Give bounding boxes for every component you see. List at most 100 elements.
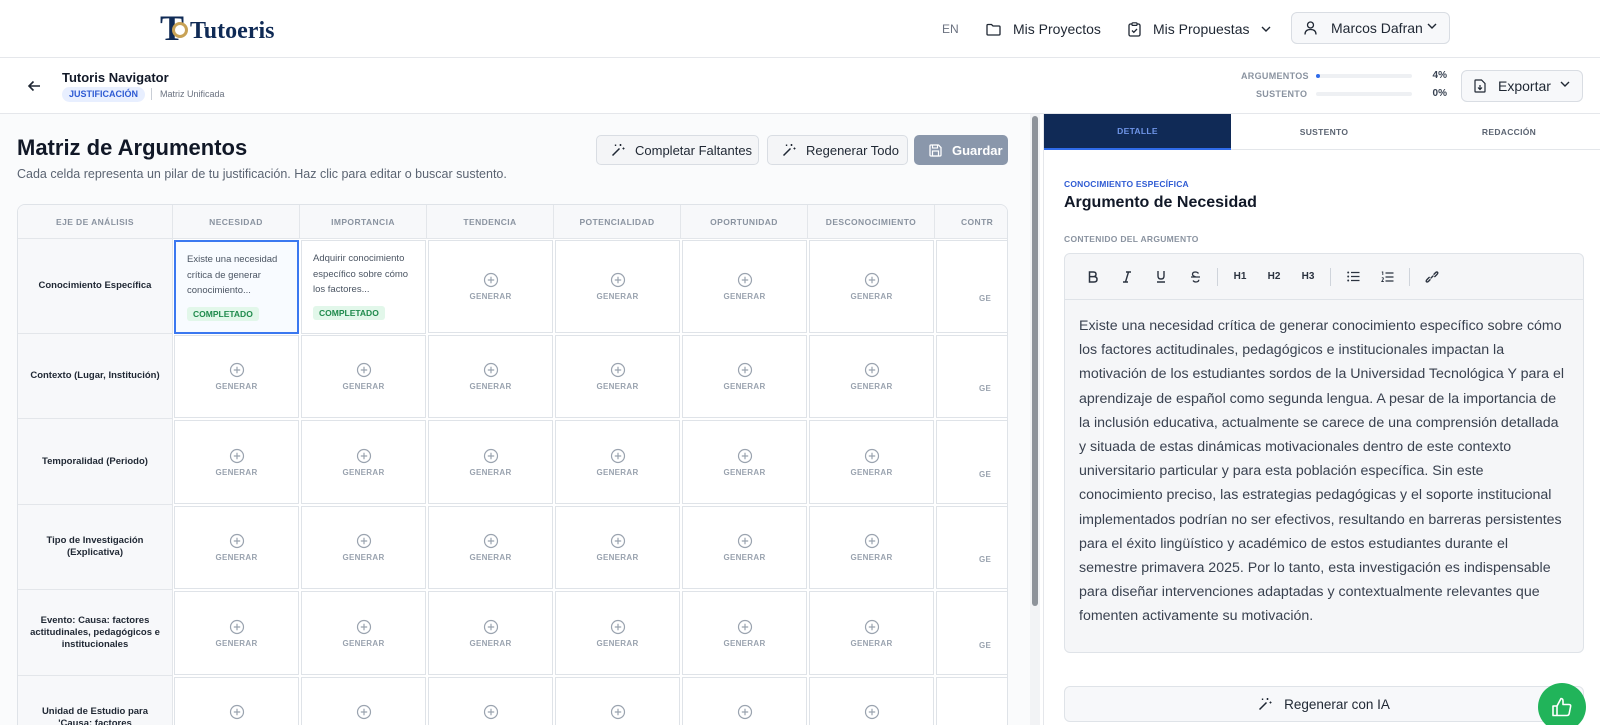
bullet-list-icon [1346,271,1359,282]
matrix-cell-empty[interactable]: GE [936,420,1007,504]
export-label: Exportar [1498,78,1551,94]
regenerate-all-label: Regenerar Todo [806,142,899,158]
matrix-cell-empty[interactable]: GENERAR [428,240,553,333]
matrix-cell-empty[interactable]: GENERAR [174,335,299,418]
logo-mark-icon: T [160,10,196,46]
matrix-cell-empty[interactable]: GE [936,335,1007,418]
plus-circle-icon [356,619,371,634]
back-arrow-icon[interactable] [26,78,42,94]
strikethrough-button[interactable] [1181,263,1209,291]
matrix-cell-empty[interactable]: GE [936,677,1007,725]
matrix-cell-empty[interactable]: GENERAR [555,506,680,589]
matrix-cell-empty[interactable]: GENERAR [682,335,807,418]
heading-2-button[interactable]: H2 [1260,263,1288,291]
regenerate-with-ai-button[interactable]: Regenerar con IA [1064,686,1584,722]
matrix-cell-filled[interactable]: Existe una necesidad crítica de generar … [174,240,299,334]
matrix-cell-empty[interactable]: GENERAR [174,591,299,675]
underline-button[interactable] [1147,263,1175,291]
matrix-cell-empty[interactable]: GENERAR [428,677,553,725]
matrix-cell-empty[interactable]: GENERAR [301,591,426,675]
matrix-cell-empty[interactable]: GENERAR [682,240,807,333]
matrix-pane: Matriz de Argumentos Cada celda represen… [0,114,1040,725]
matrix-cell-empty[interactable]: GENERAR [174,420,299,504]
feedback-button[interactable] [1538,683,1586,725]
matrix-cell-empty[interactable]: GENERAR [809,677,934,725]
matrix-cell-empty[interactable]: GENERAR [301,420,426,504]
matrix-cell-empty[interactable]: GENERAR [555,335,680,418]
bullet-list-button[interactable] [1339,263,1367,291]
rich-text-editor[interactable]: H1 H2 H3 Existe una necesidad crítica de… [1064,253,1584,653]
divider [151,88,152,100]
bold-button[interactable] [1079,263,1107,291]
save-button[interactable]: Guardar [914,135,1008,165]
matrix-cell-empty[interactable]: GENERAR [428,335,553,418]
row-header: Conocimiento Específica [18,239,173,334]
column-header: POTENCIALIDAD [554,205,681,239]
regenerate-all-button[interactable]: Regenerar Todo [767,135,908,165]
matrix-cell-empty[interactable]: GENERAR [809,240,934,333]
matrix-cell-empty[interactable]: GENERAR [809,506,934,589]
matrix-cell-empty[interactable]: GENERAR [555,591,680,675]
matrix-cell-empty[interactable]: GENERAR [428,506,553,589]
generate-label: GENERAR [342,467,385,477]
matrix-cell-empty[interactable]: GENERAR [682,591,807,675]
column-header: DESCONOCIMIENTO [808,205,935,239]
numbered-list-button[interactable] [1373,263,1401,291]
plus-circle-icon [737,448,752,463]
matrix-scrollbar-thumb[interactable] [1032,116,1038,606]
chevron-down-icon [1261,26,1271,32]
plus-circle-icon [737,704,752,720]
tab-detail[interactable]: DETALLE [1044,114,1231,150]
matrix-cell-filled[interactable]: Adquirir conocimiento específico sobre c… [301,240,426,334]
matrix-cell-empty[interactable]: GENERAR [809,420,934,504]
plus-circle-icon [610,533,625,549]
magic-wand-icon [1259,698,1272,711]
nav-my-projects[interactable]: Mis Proyectos [986,0,1101,58]
heading-1-button[interactable]: H1 [1226,263,1254,291]
matrix-cell-empty[interactable]: GENERAR [301,677,426,725]
progress-bar-arguments [1316,74,1412,78]
tab-writing[interactable]: REDACCIÓN [1417,114,1600,150]
matrix-cell-empty[interactable]: GENERAR [555,677,680,725]
link-button[interactable] [1418,263,1446,291]
generate-label: GENERAR [469,382,512,391]
matrix-cell-empty[interactable]: GENERAR [809,335,934,418]
matrix-cell-empty[interactable]: GENERAR [555,240,680,333]
language-switch[interactable]: EN [942,0,959,58]
plus-circle-icon [610,448,625,463]
matrix-cell-empty[interactable]: GENERAR [428,591,553,675]
generate-label: GENERAR [215,467,258,477]
status-badge: COMPLETADO [313,305,385,320]
matrix-cell-empty[interactable]: GENERAR [301,506,426,589]
user-name: Marcos Dafran [1331,20,1423,36]
generate-label: GENERAR [342,382,385,391]
matrix-cell-empty[interactable]: GENERAR [301,335,426,418]
status-badge: COMPLETADO [187,306,259,321]
italic-button[interactable] [1113,263,1141,291]
generate-label: GE [979,294,992,303]
matrix-cell-empty[interactable]: GENERAR [682,420,807,504]
matrix-cell-empty[interactable]: GENERAR [682,506,807,589]
matrix-cell-empty[interactable]: GENERAR [428,420,553,504]
export-button[interactable]: Exportar [1461,70,1583,102]
heading-3-button[interactable]: H3 [1294,263,1322,291]
tab-support[interactable]: SUSTENTO [1231,114,1417,150]
generate-label: GENERAR [850,292,893,301]
fill-missing-button[interactable]: Completar Faltantes [596,135,759,165]
matrix-cell-empty[interactable]: GE [936,506,1007,589]
nav-my-proposals[interactable]: Mis Propuestas [1128,0,1271,58]
matrix-cell-empty[interactable]: GENERAR [555,420,680,504]
matrix-cell-empty[interactable]: GE [936,591,1007,675]
cell-preview-text: Existe una necesidad crítica de generar … [187,254,278,296]
user-menu-button[interactable]: Marcos Dafran [1291,12,1450,44]
plus-circle-icon [356,448,371,463]
matrix-cell-empty[interactable]: GENERAR [809,591,934,675]
matrix-cell-empty[interactable]: GENERAR [174,506,299,589]
argument-content-text[interactable]: Existe una necesidad crítica de generar … [1065,300,1583,629]
brand-logo[interactable]: T Tutoeris [160,10,274,46]
matrix-cell-empty[interactable]: GENERAR [174,677,299,725]
matrix-cell-empty[interactable]: GENERAR [682,677,807,725]
matrix-cell-empty[interactable]: GE [936,240,1007,333]
folder-icon [986,23,1001,36]
plus-circle-icon [610,704,625,720]
